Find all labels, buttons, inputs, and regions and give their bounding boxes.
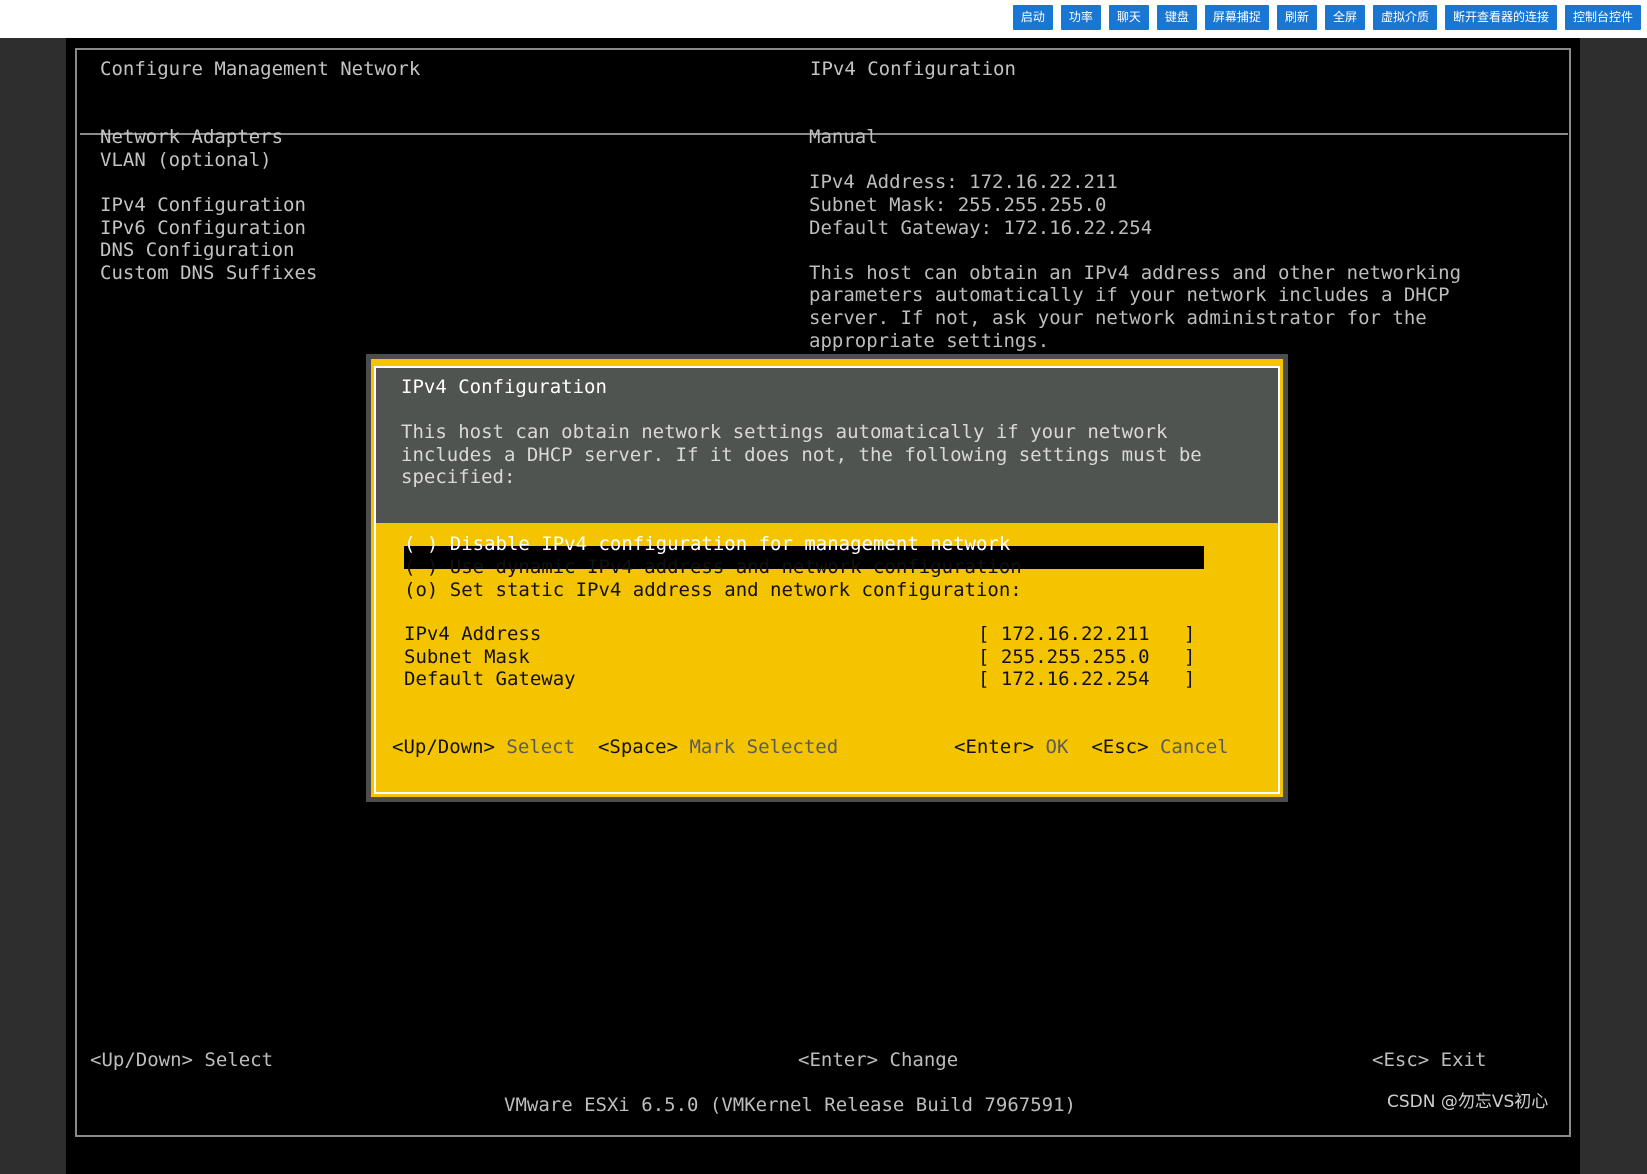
- panel-title: IPv4 Configuration: [810, 58, 1016, 80]
- enter-key[interactable]: <Enter>: [954, 736, 1034, 758]
- info-description-line: server. If not, ask your network adminis…: [809, 307, 1427, 329]
- viewer-toolbar: 启动 功率 聊天 键盘 屏幕捕捉 刷新 全屏 虚拟介质 断开查看器的连接 控制台…: [0, 0, 1647, 38]
- dialog-description-line: This host can obtain network settings au…: [401, 421, 1168, 443]
- left-margin: [0, 38, 66, 1174]
- dialog-action-hints: <Enter> OK <Esc> Cancel: [954, 736, 1229, 759]
- option-dynamic-ipv4[interactable]: ( ) Use dynamic IPv4 address and network…: [404, 556, 1022, 579]
- menu-item-ipv6[interactable]: IPv6 Configuration: [100, 217, 306, 240]
- console-screen[interactable]: Configure Management Network IPv4 Config…: [66, 38, 1580, 1174]
- menu-item-network-adapters[interactable]: Network Adapters: [100, 126, 283, 149]
- screen-capture-button[interactable]: 屏幕捕捉: [1204, 5, 1269, 30]
- menu-item-ipv4[interactable]: IPv4 Configuration: [100, 194, 306, 217]
- console-controls-button[interactable]: 控制台控件: [1564, 5, 1641, 30]
- updown-key: <Up/Down>: [392, 736, 495, 758]
- footer-select-hint: <Up/Down> Select: [90, 1049, 274, 1071]
- toolbar-buttons: 启动 功率 聊天 键盘 屏幕捕捉 刷新 全屏 虚拟介质 断开查看器的连接 控制台…: [1012, 5, 1641, 30]
- footer-exit-hint: <Esc> Exit: [1372, 1049, 1487, 1071]
- menu-item-vlan[interactable]: VLAN (optional): [100, 149, 272, 172]
- esc-key[interactable]: <Esc>: [1091, 736, 1148, 758]
- ipv4-configuration-dialog: IPv4 Configuration This host can obtain …: [366, 354, 1288, 802]
- watermark: CSDN @勿忘VS初心: [1387, 1092, 1549, 1112]
- updown-desc: Select: [506, 736, 576, 758]
- dialog-description-line: includes a DHCP server. If it does not, …: [401, 444, 1202, 466]
- power-on-button[interactable]: 启动: [1012, 5, 1053, 30]
- subnet-mask-label: Subnet Mask: [404, 646, 530, 668]
- version-banner: VMware ESXi 6.5.0 (VMKernel Release Buil…: [504, 1094, 1076, 1116]
- chat-button[interactable]: 聊天: [1108, 5, 1149, 30]
- space-desc: Mark Selected: [689, 736, 839, 758]
- info-description-line: parameters automatically if your network…: [809, 284, 1450, 306]
- dialog-border: IPv4 Configuration This host can obtain …: [374, 366, 1280, 794]
- default-gateway-info: Default Gateway: 172.16.22.254: [809, 217, 1153, 239]
- power-button[interactable]: 功率: [1060, 5, 1101, 30]
- refresh-button[interactable]: 刷新: [1276, 5, 1317, 30]
- dialog-description-line: specified:: [401, 466, 516, 488]
- default-gateway-label: Default Gateway: [404, 668, 576, 690]
- footer-change-hint: <Enter> Change: [798, 1049, 959, 1071]
- screen-title: Configure Management Network: [100, 58, 421, 80]
- disconnect-viewer-button[interactable]: 断开查看器的连接: [1444, 5, 1557, 30]
- ipv4-address-info: IPv4 Address: 172.16.22.211: [809, 171, 1118, 193]
- ok-label[interactable]: OK: [1046, 736, 1069, 758]
- space-key: <Space>: [597, 736, 679, 758]
- menu-item-dns-suffixes[interactable]: Custom DNS Suffixes: [100, 262, 317, 285]
- dialog-key-hints: <Up/Down> Select <Space> Mark Selected: [392, 736, 838, 759]
- info-description-line: This host can obtain an IPv4 address and…: [809, 262, 1462, 284]
- cancel-label[interactable]: Cancel: [1160, 736, 1229, 758]
- default-gateway-field[interactable]: [ 172.16.22.254 ]: [978, 668, 1195, 691]
- dialog-title: IPv4 Configuration: [401, 376, 607, 398]
- dialog-header: IPv4 Configuration This host can obtain …: [376, 368, 1278, 523]
- keyboard-button[interactable]: 键盘: [1156, 5, 1197, 30]
- ipv4-address-label: IPv4 Address: [404, 623, 542, 645]
- ipv4-mode: Manual: [809, 126, 878, 148]
- fullscreen-button[interactable]: 全屏: [1324, 5, 1365, 30]
- option-static-ipv4[interactable]: (o) Set static IPv4 address and network …: [404, 579, 1022, 602]
- subnet-mask-field[interactable]: [ 255.255.255.0 ]: [978, 646, 1195, 669]
- info-description-line: appropriate settings.: [809, 330, 1050, 352]
- virtual-media-button[interactable]: 虚拟介质: [1372, 5, 1437, 30]
- right-margin: [1580, 38, 1647, 1174]
- ipv4-address-field[interactable]: [ 172.16.22.211 ]: [978, 623, 1195, 646]
- option-disable-ipv4[interactable]: ( ) Disable IPv4 configuration for manag…: [404, 533, 1010, 556]
- subnet-mask-info: Subnet Mask: 255.255.255.0: [809, 194, 1107, 216]
- menu-item-dns[interactable]: DNS Configuration: [100, 239, 294, 262]
